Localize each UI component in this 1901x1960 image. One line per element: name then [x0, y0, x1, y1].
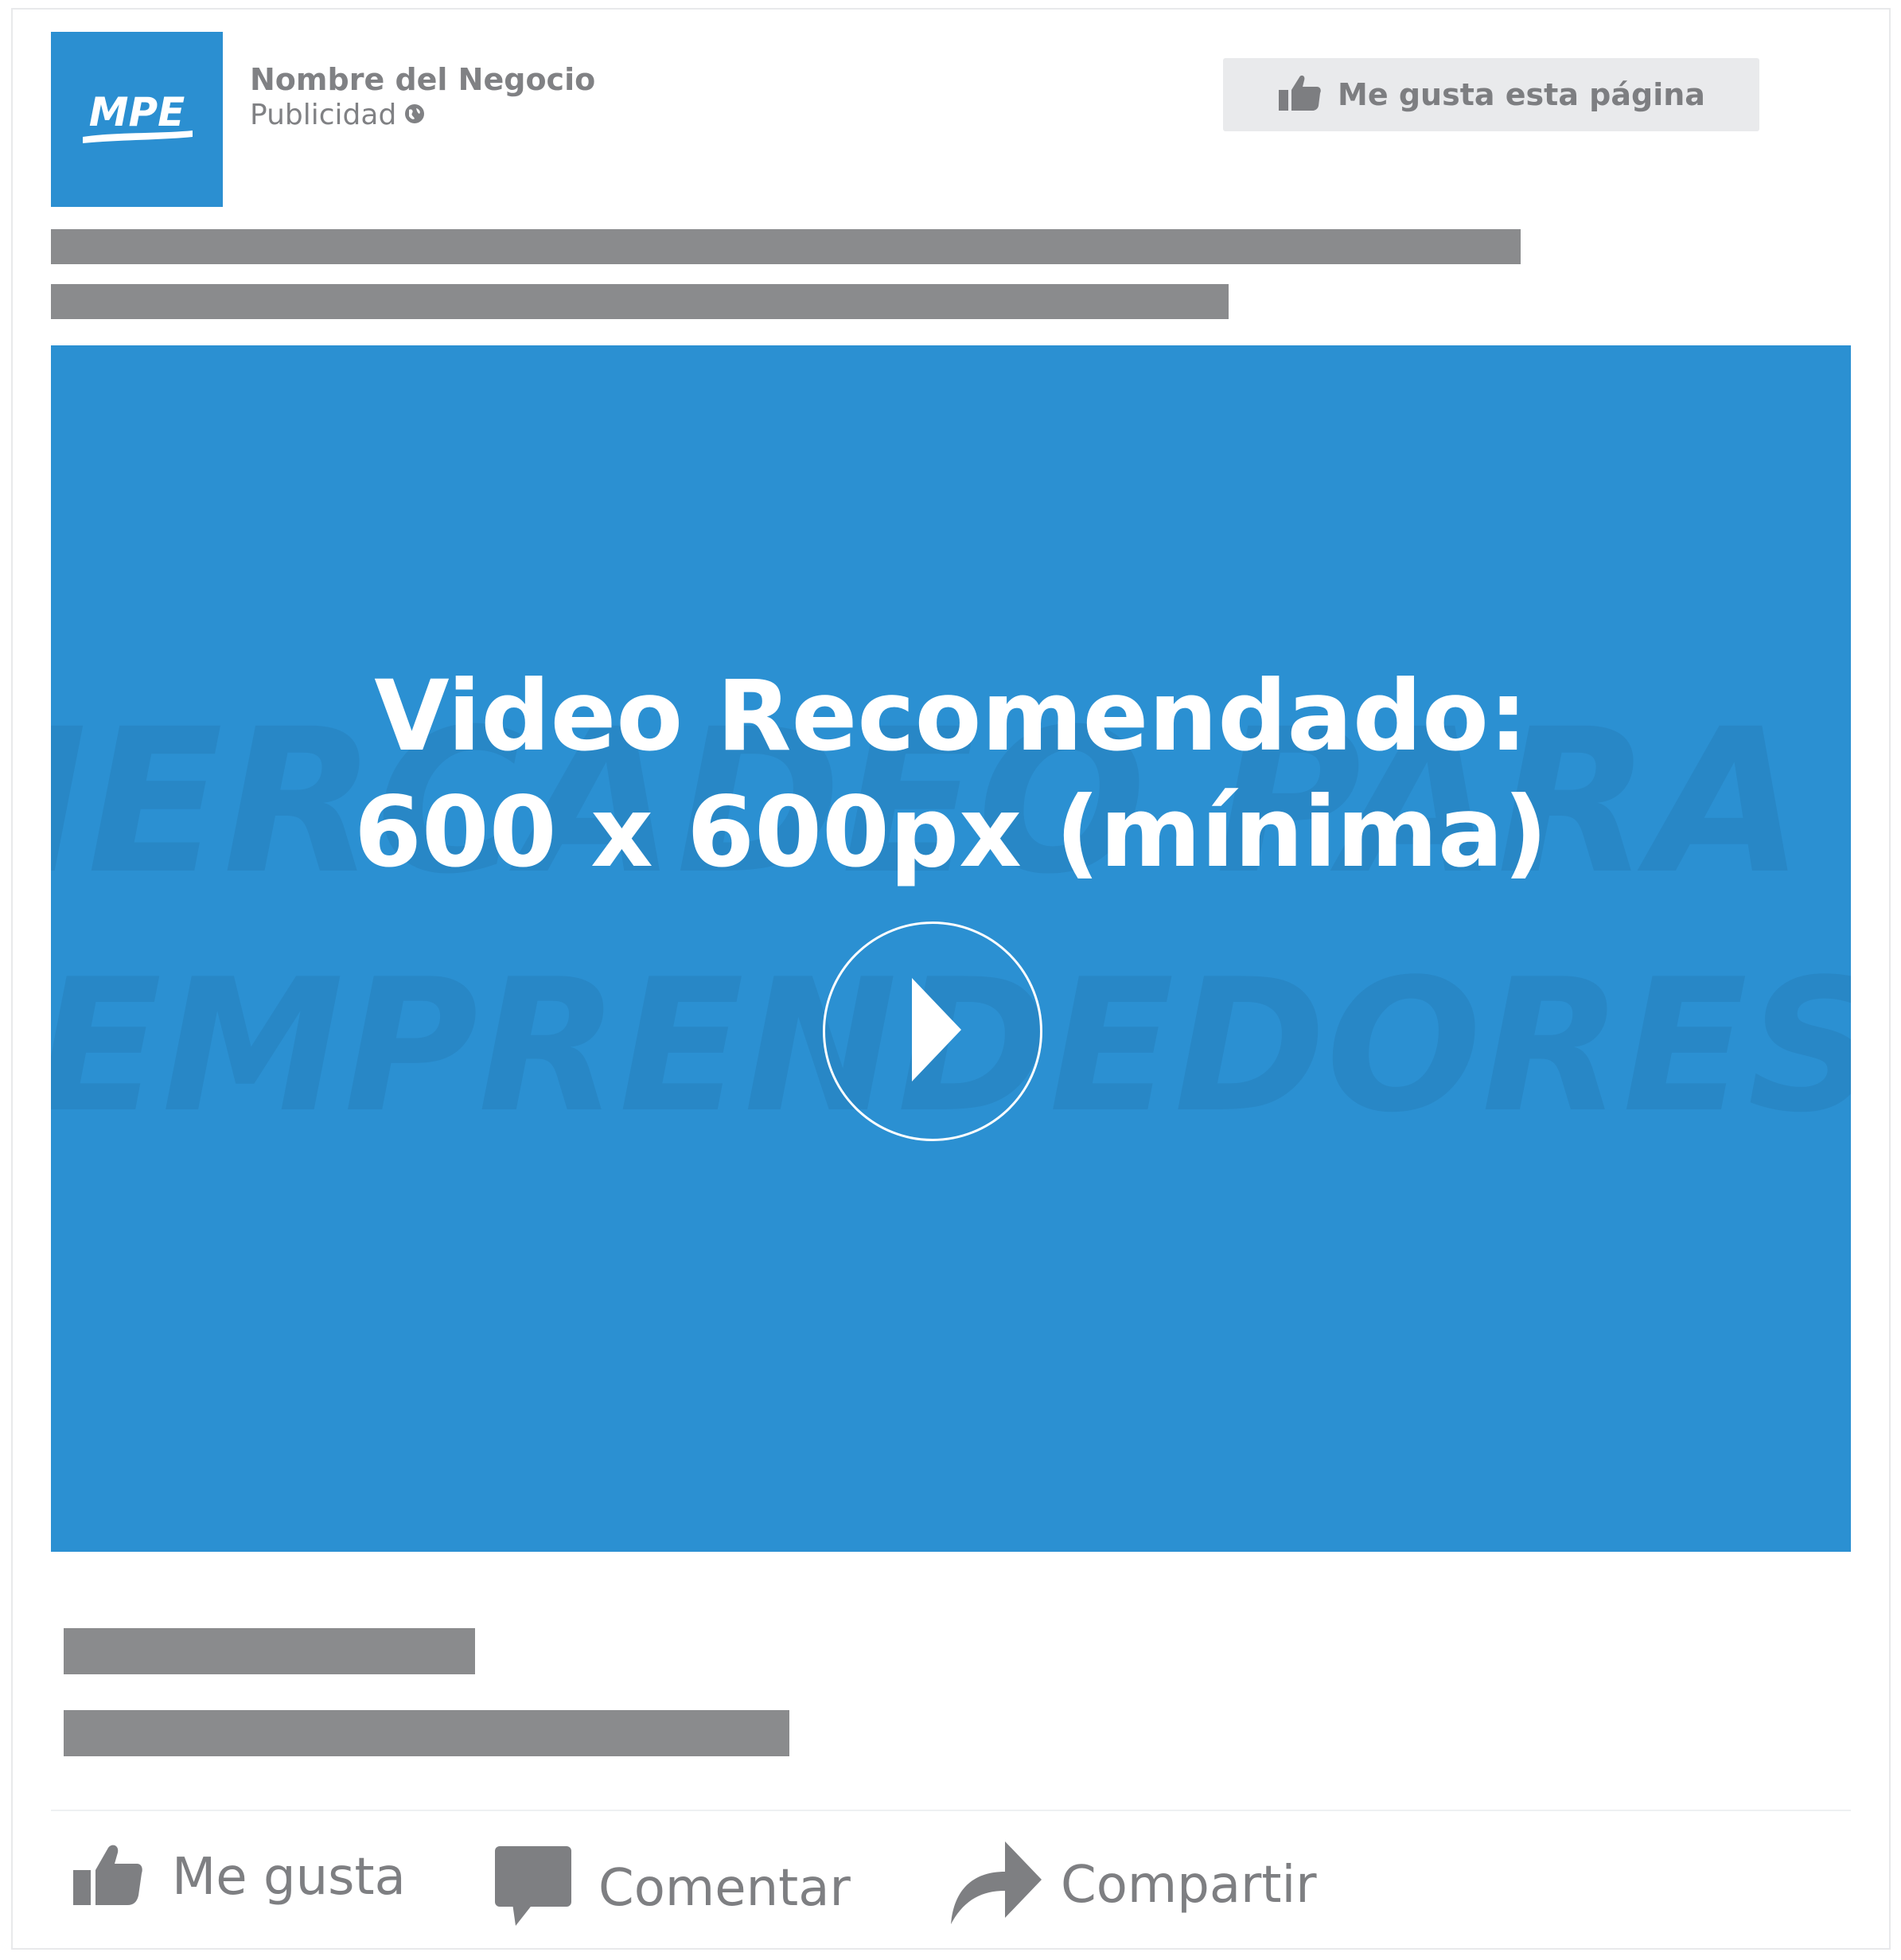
page-name[interactable]: Nombre del Negocio	[250, 62, 595, 97]
thumbs-up-icon	[72, 1843, 143, 1911]
video-player[interactable]: MERCADEO PARA EMPRENDEDORES Video Recome…	[51, 345, 1851, 1552]
link-description-placeholder	[64, 1710, 789, 1756]
share-action[interactable]: Compartir	[951, 1841, 1317, 1928]
globe-icon	[404, 99, 425, 131]
like-action[interactable]: Me gusta	[72, 1843, 406, 1911]
sponsored-label: Publicidad	[250, 99, 397, 131]
share-action-label: Compartir	[1061, 1855, 1317, 1915]
comment-action[interactable]: Comentar	[495, 1846, 851, 1930]
mpe-logo-mark: MPE	[83, 89, 193, 143]
actions-divider	[51, 1810, 1851, 1811]
sponsored-row: Publicidad	[250, 99, 425, 131]
post-text-line-2	[51, 284, 1229, 319]
share-icon	[951, 1841, 1042, 1928]
svg-text:MPE: MPE	[89, 89, 185, 135]
video-title-line-2: 600 x 600px (mínima)	[353, 776, 1548, 889]
comment-icon	[495, 1846, 571, 1930]
link-title-placeholder	[64, 1628, 475, 1674]
comment-action-label: Comentar	[598, 1858, 851, 1918]
post-text-line-1	[51, 229, 1521, 264]
video-title-line-1: Video Recomendado:	[374, 660, 1528, 773]
like-action-label: Me gusta	[172, 1847, 406, 1907]
play-button[interactable]	[823, 922, 1042, 1141]
play-icon	[901, 977, 964, 1085]
page-logo[interactable]: MPE	[51, 32, 223, 207]
like-page-label: Me gusta esta página	[1338, 77, 1705, 112]
thumbs-up-icon	[1277, 74, 1322, 116]
like-page-button[interactable]: Me gusta esta página	[1223, 58, 1759, 131]
